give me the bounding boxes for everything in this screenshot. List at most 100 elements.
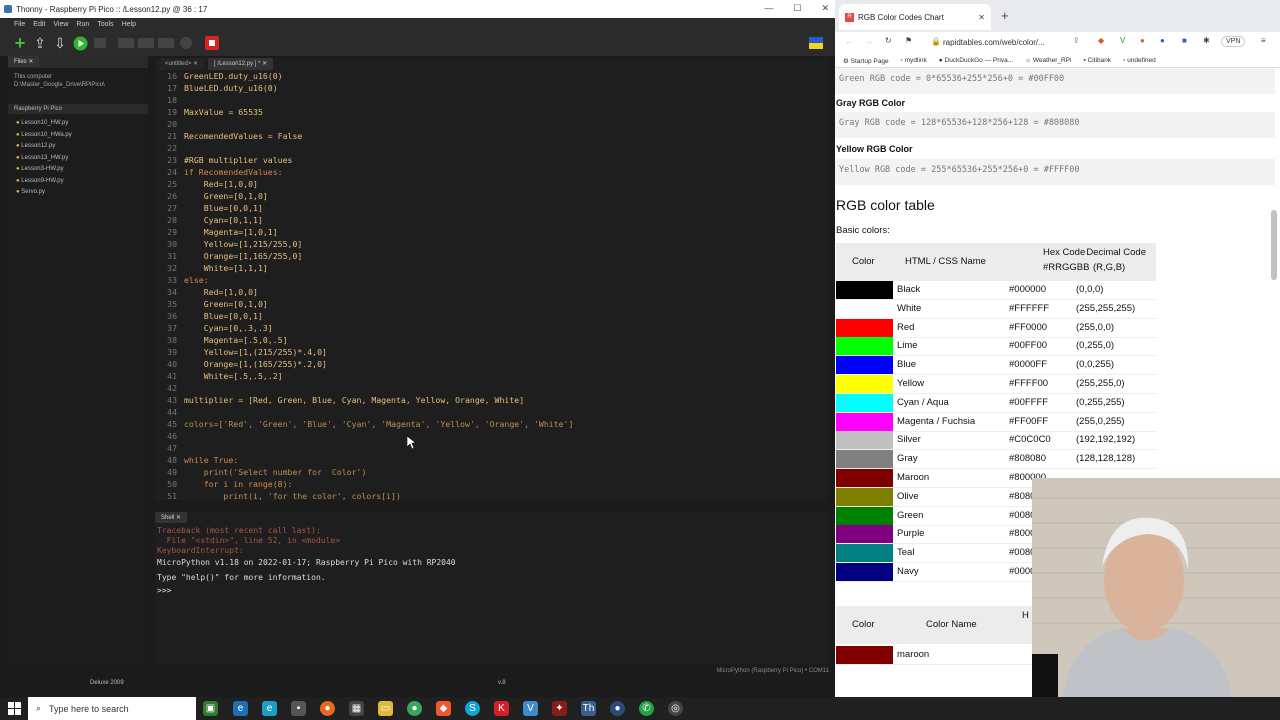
save-file-button[interactable]: ⇩	[52, 35, 68, 51]
code-line: 39 Yellow=[1,(215/255)*.4,0]	[155, 346, 827, 358]
step-into-button[interactable]	[138, 35, 154, 51]
app-icon[interactable]: ✦	[552, 701, 567, 716]
thonny-taskbar-icon[interactable]: Th	[581, 701, 596, 716]
python-file-icon: ●	[16, 177, 20, 184]
color-row: White #FFFFFF (255,255,255)	[836, 299, 1156, 319]
file-item[interactable]: ● Lesson9-HW.py	[16, 176, 72, 188]
bookmark-citibank[interactable]: ▪ Citibank	[1083, 57, 1111, 64]
share-icon[interactable]: ⇪	[1073, 36, 1080, 45]
code-text: GreenLED.duty_u16(0)	[184, 71, 283, 81]
code-line: 19 MaxValue = 65535	[155, 106, 827, 118]
code-text: Cyan=[0,.3,.3]	[184, 323, 273, 333]
new-tab-button[interactable]: +	[1001, 8, 1009, 23]
taskbar-search[interactable]: ⌕ Type here to search	[28, 697, 196, 720]
tab-untitled[interactable]: <untitled> ✕	[159, 58, 205, 70]
this-computer-path: D:\Master_Google_Drive\RPiPico\	[14, 82, 105, 88]
code-editor[interactable]: <untitled> ✕ [ /Lesson12.py ] * ✕ 16 Gree…	[155, 58, 827, 501]
interpreter-status[interactable]: MicroPython (Raspberry Pi Pico) • COM11	[716, 668, 829, 674]
calculator-icon[interactable]: ▦	[349, 701, 364, 716]
close-tab-icon[interactable]: ✕	[262, 61, 267, 67]
open-file-button[interactable]: ⇪	[32, 35, 48, 51]
shell-tab[interactable]: Shell ✕	[155, 512, 188, 523]
extension-icon[interactable]: ●	[1140, 36, 1145, 45]
vpn-button[interactable]: VPN	[1221, 36, 1246, 47]
extension-icon[interactable]: ■	[1182, 36, 1187, 45]
color-swatch	[836, 431, 893, 450]
shell-line: Traceback (most recent call last):	[157, 526, 321, 535]
files-tab[interactable]: Files ✕	[8, 56, 40, 67]
stop-button[interactable]	[204, 35, 220, 51]
file-explorer-icon[interactable]: ▭	[378, 701, 393, 716]
page-scrollbar[interactable]	[1271, 210, 1277, 280]
this-computer-label: This computer	[14, 74, 53, 80]
extension-icon[interactable]: V	[1120, 36, 1125, 45]
close-shell-icon[interactable]: ✕	[176, 515, 181, 521]
brave-icon[interactable]: ◆	[436, 701, 451, 716]
menu-run[interactable]: Run	[76, 21, 89, 28]
menu-file[interactable]: File	[14, 21, 25, 28]
new-file-button[interactable]: +	[12, 33, 28, 53]
file-item[interactable]: ● Lesson10_HWa.py	[16, 130, 72, 142]
hex-code: #FF0000	[1009, 321, 1048, 333]
app-icon[interactable]: ▣	[203, 701, 218, 716]
browser-tab[interactable]: R RGB Color Codes Chart ✕	[839, 4, 991, 30]
skype-icon[interactable]: S	[465, 701, 480, 716]
app-k-icon[interactable]: K	[494, 701, 509, 716]
whatsapp-icon[interactable]: ✆	[639, 701, 654, 716]
bookmark-icon[interactable]: ⚑	[905, 36, 912, 45]
code-line: 43 multiplier = [Red, Green, Blue, Cyan, …	[155, 394, 827, 406]
app-icon[interactable]: ◎	[668, 701, 683, 716]
menu-help[interactable]: Help	[122, 21, 136, 28]
line-number: 33	[167, 275, 177, 285]
shell-panel[interactable]: Shell ✕ Traceback (most recent call last…	[155, 512, 827, 664]
firefox-icon[interactable]: ●	[320, 701, 335, 716]
menu-view[interactable]: View	[53, 21, 68, 28]
maximize-button[interactable]: ☐	[793, 3, 801, 14]
step-over-button[interactable]	[118, 35, 134, 51]
extension-icon[interactable]: ●	[1160, 36, 1165, 45]
brave-shield-icon[interactable]: ◆	[1098, 36, 1104, 45]
menu-edit[interactable]: Edit	[33, 21, 45, 28]
forward-button[interactable]: →	[865, 37, 873, 46]
bookmark-mydlink[interactable]: ▫ mydlink	[901, 57, 927, 64]
step-out-button[interactable]	[158, 35, 174, 51]
bookmark-undefined[interactable]: ▫ undefined	[1123, 57, 1156, 64]
decimal-code: (192,192,192)	[1076, 434, 1136, 446]
close-tab-icon[interactable]: ✕	[193, 61, 198, 67]
resume-button[interactable]	[178, 35, 194, 51]
file-name: Lesson12.py	[21, 143, 56, 149]
file-item[interactable]: ● Lesson10_HW.py	[16, 118, 72, 130]
menu-icon[interactable]: ≡	[1261, 36, 1266, 45]
close-button[interactable]: ✕	[821, 3, 829, 14]
chrome-icon[interactable]: ●	[407, 701, 422, 716]
bookmark-startup[interactable]: ⚙ Startup Page	[843, 57, 889, 65]
windows-start-icon[interactable]	[8, 702, 21, 715]
code-line: 44	[155, 406, 827, 418]
reload-button[interactable]: ↻	[885, 36, 892, 45]
file-item[interactable]: ● Servo.py	[16, 187, 72, 199]
edge-icon[interactable]: e	[233, 701, 248, 716]
code-text: Blue=[0,0,1]	[184, 311, 263, 321]
app-icon[interactable]: ▪	[291, 701, 306, 716]
close-tab-icon[interactable]: ✕	[978, 13, 985, 22]
edge-icon[interactable]: e	[262, 701, 277, 716]
back-button[interactable]: ←	[845, 37, 853, 46]
puzzle-icon[interactable]: ✱	[1203, 36, 1210, 45]
tab-lesson12[interactable]: [ /Lesson12.py ] * ✕	[208, 58, 274, 70]
app-icon[interactable]: V	[523, 701, 538, 716]
menu-tools[interactable]: Tools	[97, 21, 113, 28]
app-icon[interactable]: ●	[610, 701, 625, 716]
decimal-code: (0,0,255)	[1076, 359, 1115, 371]
close-files-tab-icon[interactable]: ✕	[28, 59, 33, 65]
bookmark-duckduckgo[interactable]: ● DuckDuckGo — Priva...	[939, 57, 1013, 64]
file-item[interactable]: ● Lesson13_HW.py	[16, 153, 72, 165]
file-item[interactable]: ● Lesson12.py	[16, 141, 72, 153]
file-item[interactable]: ● Lesson3-HW.py	[16, 164, 72, 176]
url-field[interactable]: rapidtables.com/web/color/...	[943, 38, 1045, 47]
run-button[interactable]	[72, 35, 88, 51]
code-line: 27 Blue=[0,0,1]	[155, 202, 827, 214]
color-name: Blue	[897, 359, 917, 371]
minimize-button[interactable]: —	[764, 3, 773, 14]
debug-button[interactable]	[92, 35, 108, 51]
bookmark-weather[interactable]: ☼ Weather_RPi	[1025, 57, 1071, 64]
